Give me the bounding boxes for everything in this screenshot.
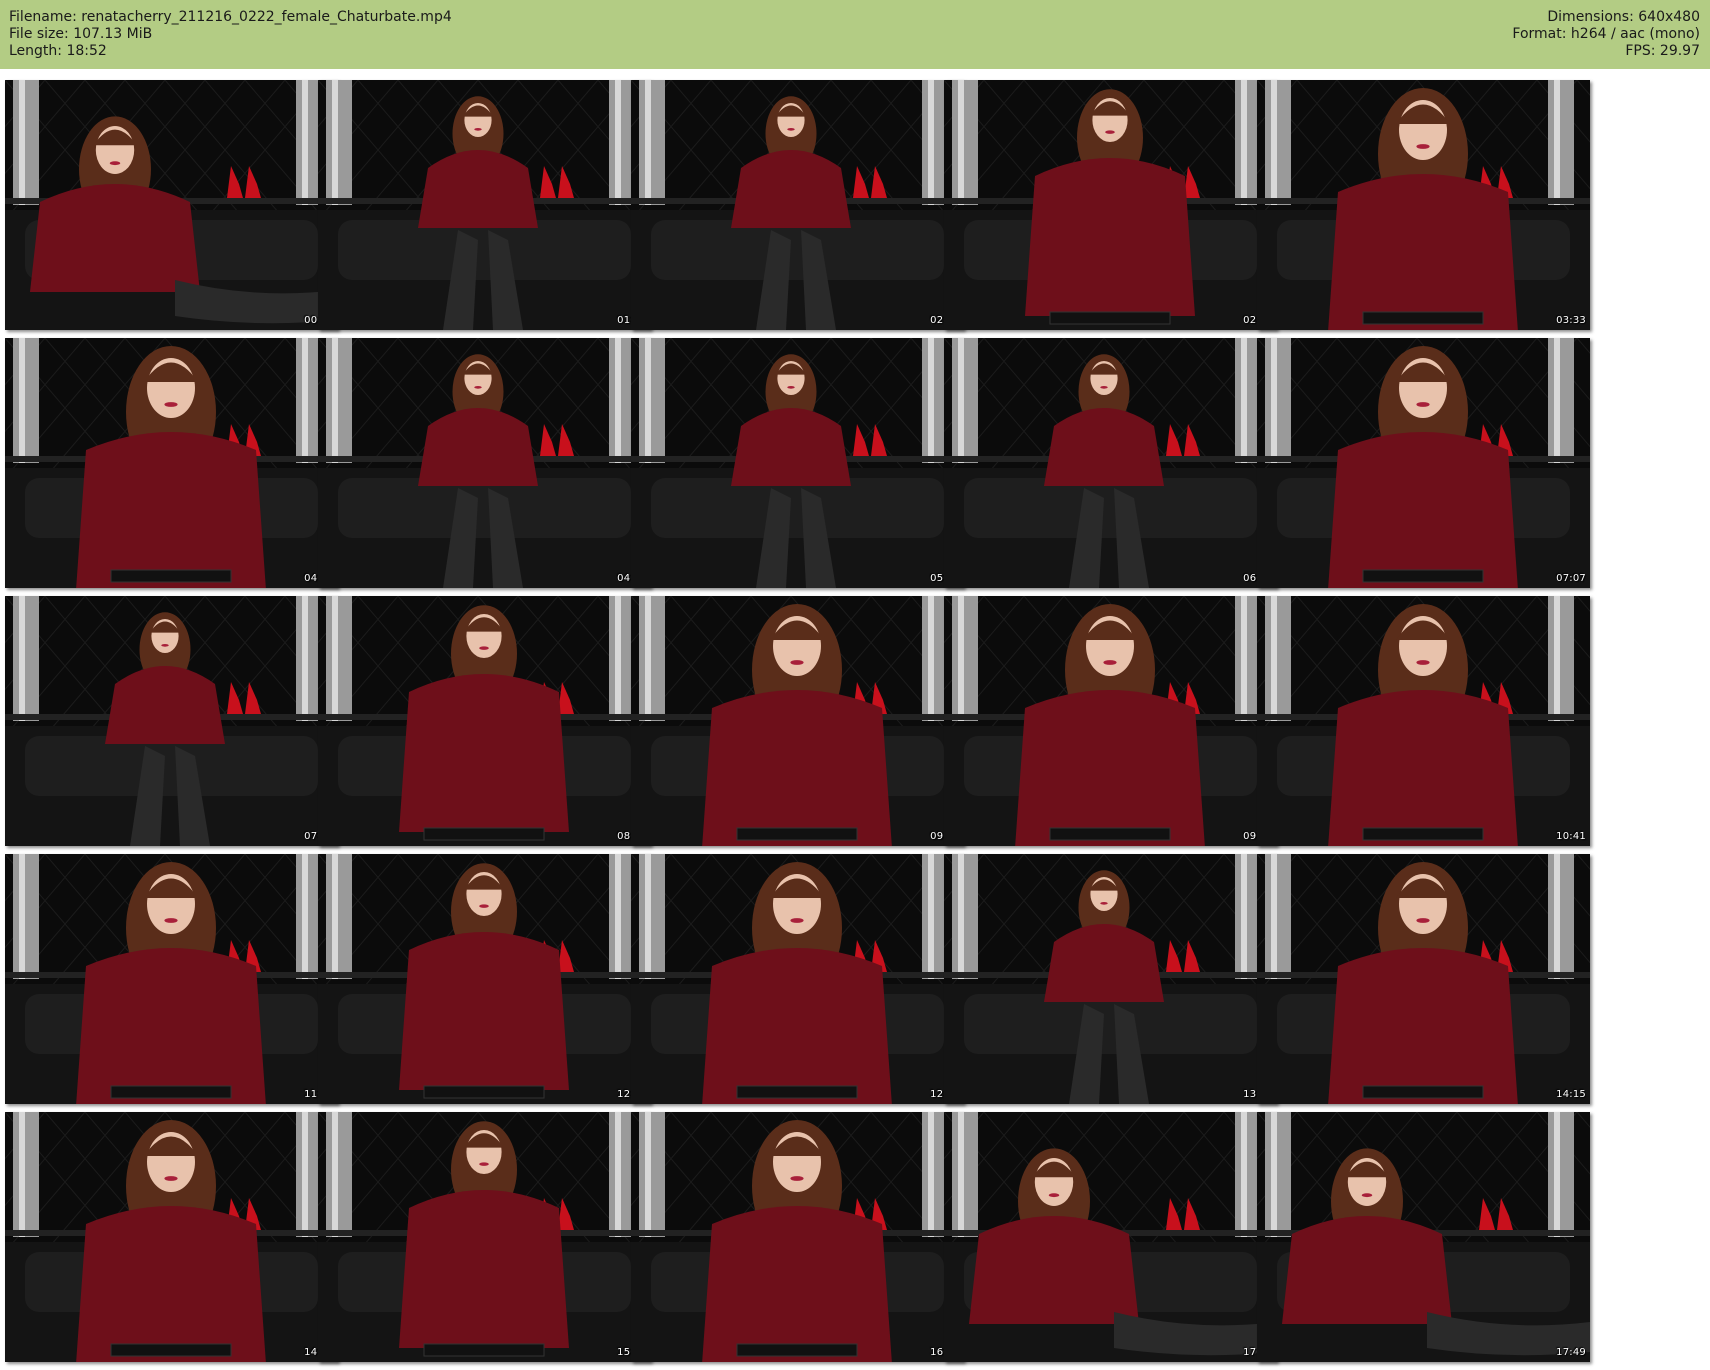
timestamp-label: 07:07 [1556,573,1586,584]
video-frame-image [631,80,964,330]
thumbnail-frame: 02:51 [944,80,1277,330]
video-frame-image [5,1112,338,1362]
thumbnail-frame: 16:24 [631,1112,964,1362]
video-frame-image [1257,1112,1590,1362]
video-frame-image [1257,854,1590,1104]
video-frame-image [5,80,338,330]
thumbnail-grid: 00:4201:2502:0802:51 03:33 04:1604:5905:42… [0,0,1710,1370]
thumbnail-frame: 14:15 [1257,854,1590,1104]
video-frame-image [631,1112,964,1362]
timestamp-label: 14:15 [1556,1089,1586,1100]
thumbnail-frame: 07:07 [1257,338,1590,588]
thumbnail-frame: 13:33 [944,854,1277,1104]
thumbnail-frame: 04:59 [318,338,651,588]
thumbnail-frame: 10:41 [1257,596,1590,846]
video-frame-image [944,596,1277,846]
video-frame-image [318,1112,651,1362]
timestamp-label: 03:33 [1556,315,1586,326]
video-frame-image [1257,338,1590,588]
video-frame-image [1257,596,1590,846]
video-frame-image [5,596,338,846]
thumbnail-frame: 14:58 [5,1112,338,1362]
thumbnail-frame: 03:33 [1257,80,1590,330]
video-frame-image [631,596,964,846]
video-frame-image [318,338,651,588]
thumbnail-frame: 00:42 [5,80,338,330]
video-frame-image [944,338,1277,588]
thumbnail-frame: 02:08 [631,80,964,330]
video-frame-image [631,338,964,588]
thumbnail-frame: 07:50 [5,596,338,846]
timestamp-label: 10:41 [1556,831,1586,842]
video-frame-image [5,338,338,588]
thumbnail-frame: 15:41 [318,1112,651,1362]
video-frame-image [5,854,338,1104]
thumbnail-frame: 09:16 [631,596,964,846]
thumbnail-frame: 06:25 [944,338,1277,588]
video-frame-image [944,1112,1277,1362]
thumbnail-frame: 11:24 [5,854,338,1104]
video-frame-image [318,854,651,1104]
video-frame-image [318,596,651,846]
thumbnail-frame: 05:42 [631,338,964,588]
thumbnail-frame: 12:50 [631,854,964,1104]
thumbnail-frame: 12:07 [318,854,651,1104]
timestamp-label: 17:49 [1556,1347,1586,1358]
thumbnail-frame: 17:49 [1257,1112,1590,1362]
thumbnail-frame: 09:59 [944,596,1277,846]
video-frame-image [944,80,1277,330]
video-frame-image [1257,80,1590,330]
thumbnail-frame: 17:07 [944,1112,1277,1362]
thumbnail-frame: 01:25 [318,80,651,330]
video-frame-image [944,854,1277,1104]
video-frame-image [631,854,964,1104]
video-frame-image [318,80,651,330]
thumbnail-frame: 04:16 [5,338,338,588]
thumbnail-frame: 08:33 [318,596,651,846]
